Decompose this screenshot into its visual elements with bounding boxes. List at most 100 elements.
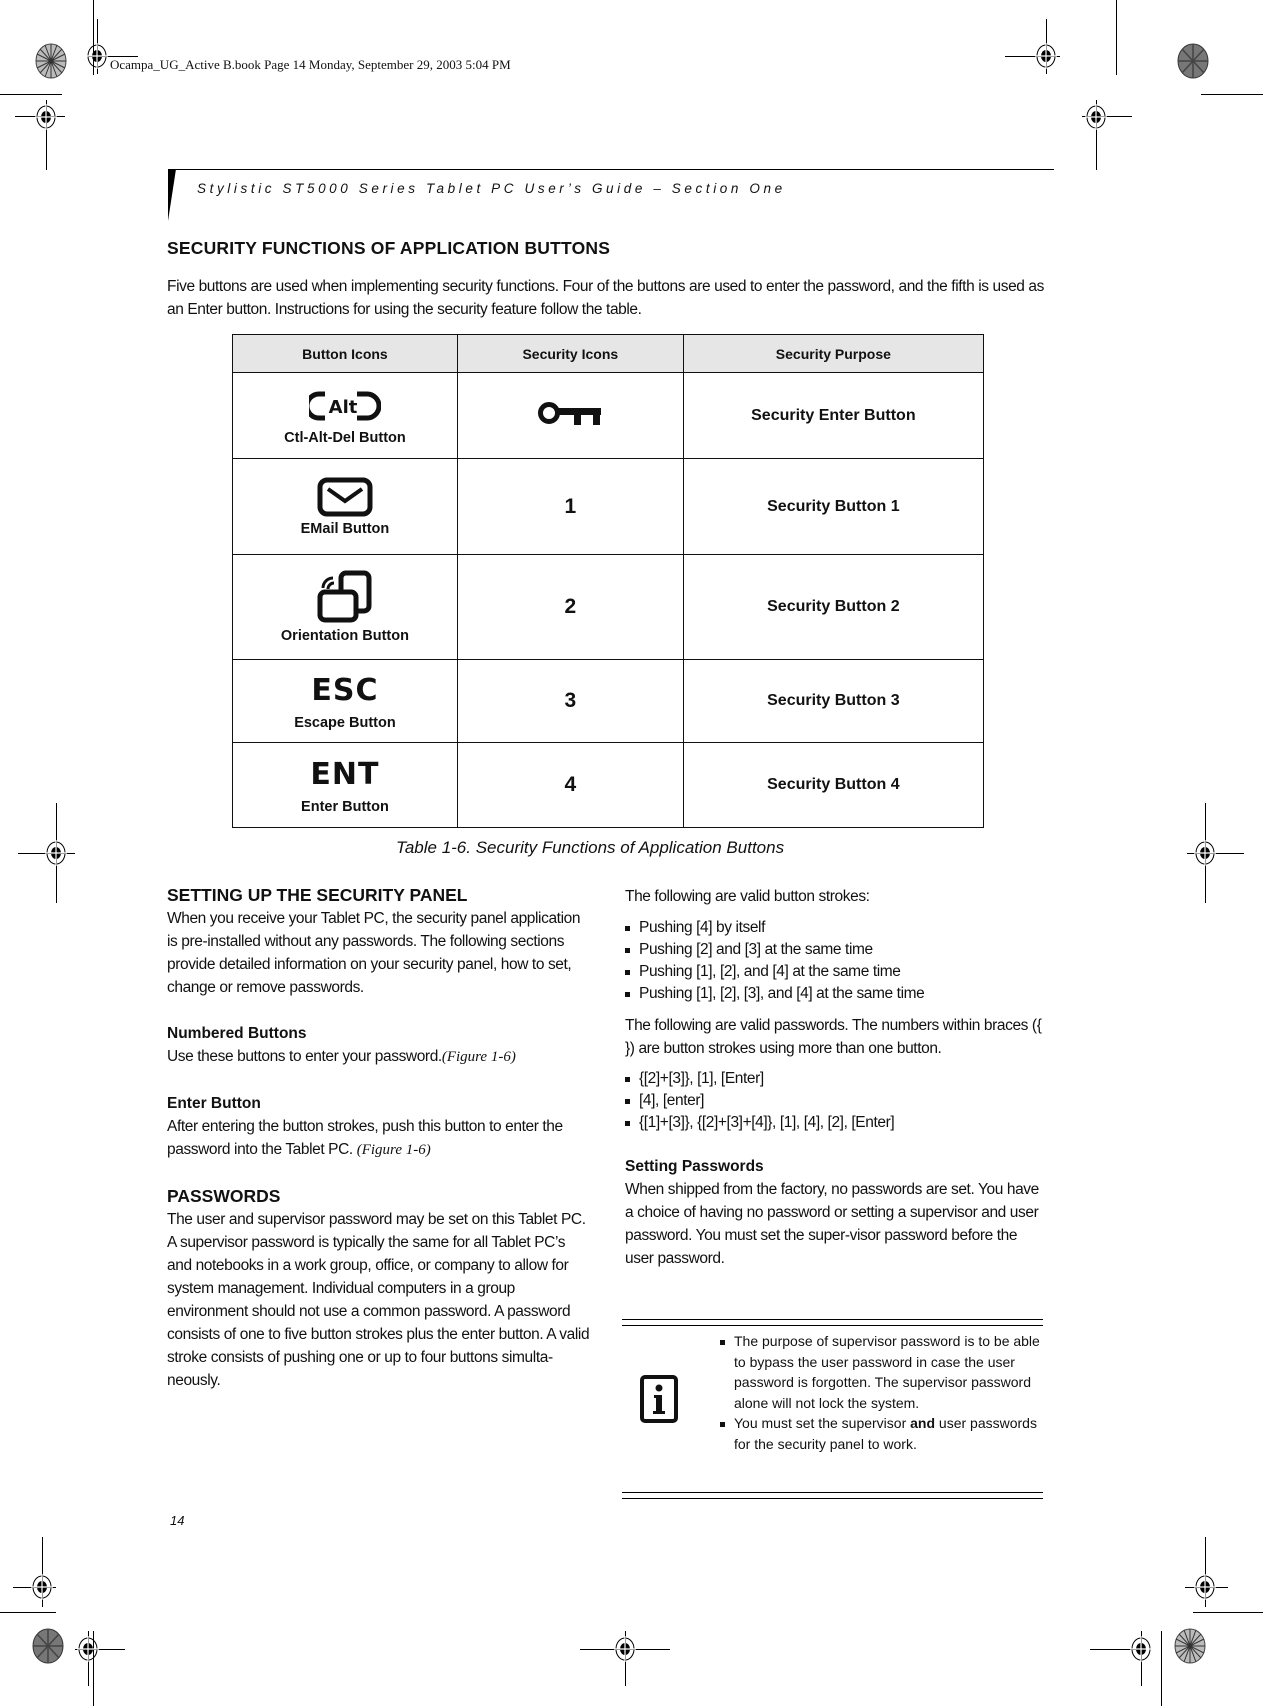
list-item: Pushing [4] by itself bbox=[625, 917, 1045, 939]
note-item: You must set the supervisor and user pas… bbox=[720, 1413, 1040, 1454]
table-row: Alt Ctl-Alt-Del Button Security Enter Bu… bbox=[232, 372, 985, 459]
section-title: SECURITY FUNCTIONS OF APPLICATION BUTTON… bbox=[167, 238, 611, 258]
table-row: Orientation Button 2 Security Button 2 bbox=[232, 554, 985, 660]
starburst-mark-icon bbox=[1177, 43, 1209, 79]
registration-target-icon bbox=[1085, 104, 1107, 130]
right-column: The following are valid button strokes: … bbox=[625, 885, 1045, 1270]
header-rule bbox=[168, 169, 1054, 170]
column-header: Button Icons bbox=[232, 334, 458, 373]
security-number: 2 bbox=[456, 554, 684, 660]
setting-passwords-heading: Setting Passwords bbox=[625, 1158, 764, 1175]
button-label: Escape Button bbox=[294, 715, 396, 731]
column-header: Security Icons bbox=[456, 334, 684, 373]
figure-reference[interactable]: (Figure 1-6) bbox=[442, 1049, 516, 1065]
purpose-cell: Security Button 2 bbox=[682, 554, 985, 660]
registration-target-icon bbox=[31, 1574, 53, 1600]
list-item: {[1]+[3]}, {[2]+[3]+[4]}, [1], [4], [2],… bbox=[625, 1112, 1045, 1134]
registration-target-icon bbox=[35, 104, 57, 130]
button-label: Enter Button bbox=[301, 799, 389, 815]
note-rule-bottom bbox=[622, 1492, 1043, 1493]
starburst-mark-icon bbox=[32, 1628, 64, 1664]
list-item: Pushing [1], [2], and [4] at the same ti… bbox=[625, 961, 1045, 983]
button-icon-cell: ESC Escape Button bbox=[232, 659, 458, 743]
passwords-paragraph: The user and supervisor password may be … bbox=[167, 1211, 590, 1389]
strokes-intro: The following are valid button strokes: bbox=[625, 888, 870, 905]
security-number: 3 bbox=[456, 659, 684, 743]
registration-target-icon bbox=[614, 1636, 636, 1662]
registration-target-icon bbox=[86, 43, 108, 69]
note-emphasis: and bbox=[910, 1415, 936, 1431]
table-header-row: Button Icons Security Icons Security Pur… bbox=[232, 334, 985, 373]
crop-line bbox=[1116, 0, 1117, 75]
button-icon-cell: Alt Ctl-Alt-Del Button bbox=[232, 372, 458, 459]
numbered-buttons-paragraph: Use these buttons to enter your password… bbox=[167, 1045, 592, 1069]
header-wedge bbox=[168, 169, 176, 221]
registration-target-icon bbox=[1035, 43, 1057, 69]
crop-line bbox=[1193, 1612, 1263, 1613]
setup-heading: SETTING UP THE SECURITY PANEL bbox=[167, 885, 468, 905]
registration-target-icon bbox=[45, 840, 67, 866]
numbered-buttons-text: Use these buttons to enter your password… bbox=[167, 1048, 442, 1065]
setting-passwords-paragraph: When shipped from the factory, no passwo… bbox=[625, 1181, 1039, 1267]
info-icon bbox=[640, 1375, 678, 1423]
left-column: SETTING UP THE SECURITY PANEL When you r… bbox=[167, 884, 592, 1392]
page-number: 14 bbox=[170, 1513, 185, 1528]
orientation-icon bbox=[317, 570, 373, 624]
button-icon-cell: Orientation Button bbox=[232, 554, 458, 660]
email-icon bbox=[317, 477, 373, 517]
figure-reference[interactable]: (Figure 1-6) bbox=[357, 1142, 431, 1158]
crop-line bbox=[0, 94, 62, 95]
registration-target-icon bbox=[1194, 840, 1216, 866]
note-text: The purpose of supervisor password is to… bbox=[734, 1333, 1040, 1411]
purpose-cell: Security Button 3 bbox=[682, 659, 985, 743]
enter-button-paragraph: After entering the button strokes, push … bbox=[167, 1115, 592, 1162]
passwords-intro: The following are valid passwords. The n… bbox=[625, 1017, 1042, 1057]
running-head: Stylistic ST5000 Series Tablet PC User’s… bbox=[197, 181, 786, 196]
intro-paragraph: Five buttons are used when implementing … bbox=[167, 278, 1044, 318]
purpose-cell: Security Button 4 bbox=[682, 742, 985, 828]
button-icon-cell: ENT Enter Button bbox=[232, 742, 458, 828]
list-item: Pushing [2] and [3] at the same time bbox=[625, 939, 1045, 961]
enter-button-heading: Enter Button bbox=[167, 1095, 261, 1112]
passwords-heading: PASSWORDS bbox=[167, 1186, 281, 1206]
registration-target-icon bbox=[1194, 1574, 1216, 1600]
setup-paragraph: When you receive your Tablet PC, the sec… bbox=[167, 910, 581, 996]
note-rule-top bbox=[622, 1319, 1043, 1320]
crop-line bbox=[1201, 94, 1263, 95]
registration-target-icon bbox=[77, 1636, 99, 1662]
table-row: ESC Escape Button 3 Security Button 3 bbox=[232, 659, 985, 743]
list-item: [4], [enter] bbox=[625, 1090, 1045, 1112]
table-row: ENT Enter Button 4 Security Button 4 bbox=[232, 742, 985, 828]
note-rule-bottom bbox=[622, 1498, 1043, 1499]
valid-passwords-list: {[2]+[3]}, [1], [Enter] [4], [enter] {[1… bbox=[625, 1068, 1045, 1134]
purpose-cell: Security Button 1 bbox=[682, 458, 985, 555]
starburst-mark-icon bbox=[35, 43, 67, 79]
note-rule-top bbox=[622, 1325, 1043, 1326]
ent-icon: ENT bbox=[310, 757, 380, 792]
table-row: EMail Button 1 Security Button 1 bbox=[232, 458, 985, 555]
valid-strokes-list: Pushing [4] by itself Pushing [2] and [3… bbox=[625, 917, 1045, 1005]
alt-key-icon: Alt bbox=[308, 386, 381, 426]
security-functions-table: Button Icons Security Icons Security Pur… bbox=[232, 334, 985, 828]
button-label: Ctl-Alt-Del Button bbox=[284, 429, 406, 446]
security-number: 4 bbox=[456, 742, 684, 828]
table-caption: Table 1-6. Security Functions of Applica… bbox=[396, 838, 785, 857]
note-content: The purpose of supervisor password is to… bbox=[720, 1331, 1040, 1454]
list-item: Pushing [1], [2], [3], and [4] at the sa… bbox=[625, 983, 1045, 1005]
note-text: You must set the supervisor bbox=[734, 1415, 911, 1431]
alt-key-text: Alt bbox=[329, 397, 358, 418]
esc-icon: ESC bbox=[311, 673, 379, 708]
crop-line bbox=[1161, 1631, 1162, 1706]
security-icon-cell bbox=[456, 372, 684, 459]
book-slug: Ocampa_UG_Active B.book Page 14 Monday, … bbox=[110, 57, 511, 72]
list-item: {[2]+[3]}, [1], [Enter] bbox=[625, 1068, 1045, 1090]
button-label: EMail Button bbox=[300, 520, 390, 537]
key-icon bbox=[538, 402, 602, 430]
button-label: Orientation Button bbox=[280, 628, 409, 644]
registration-target-icon bbox=[1130, 1636, 1152, 1662]
numbered-buttons-heading: Numbered Buttons bbox=[167, 1025, 307, 1042]
purpose-cell: Security Enter Button bbox=[682, 372, 985, 459]
note-item: The purpose of supervisor password is to… bbox=[720, 1331, 1040, 1413]
button-icon-cell: EMail Button bbox=[232, 458, 458, 555]
crop-line bbox=[0, 1612, 56, 1613]
